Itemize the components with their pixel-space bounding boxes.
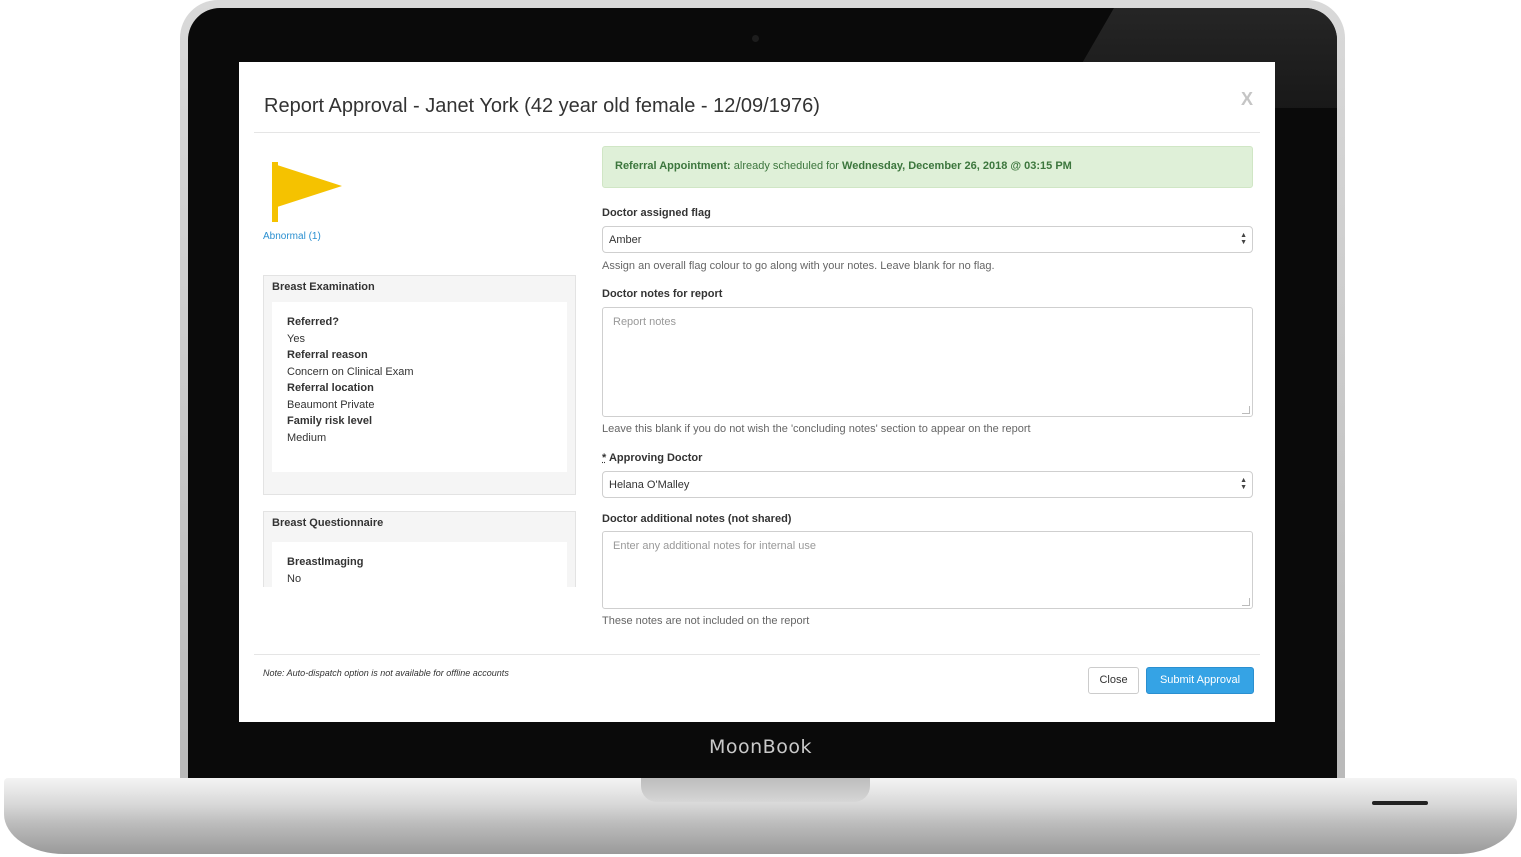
field-value: No — [287, 572, 302, 585]
footer-divider — [254, 654, 1260, 655]
approving-doctor-select[interactable]: Helana O'Malley ▲ ▼ — [602, 471, 1253, 498]
submit-approval-button[interactable]: Submit Approval — [1146, 667, 1254, 694]
close-icon[interactable]: X — [1241, 89, 1253, 110]
field-value: Yes — [287, 332, 305, 345]
additional-notes-help: These notes are not included on the repo… — [602, 615, 810, 627]
alert-prefix: Referral Appointment: — [615, 160, 731, 172]
alert-datetime: Wednesday, December 26, 2018 @ 03:15 PM — [842, 160, 1072, 172]
alert-text: already scheduled for — [730, 160, 843, 172]
notes-help-text: Leave this blank if you do not wish the … — [602, 423, 1031, 435]
flag-icon — [272, 162, 342, 222]
device-brand: MoonBook — [709, 736, 812, 758]
panel-title: Breast Examination — [272, 281, 375, 293]
webcam-icon — [752, 35, 759, 42]
drive-slot — [1372, 801, 1428, 805]
resize-handle-icon[interactable] — [1242, 406, 1250, 414]
field-label: Referral reason — [287, 349, 368, 361]
lid-notch — [641, 778, 870, 802]
notes-field-label: Doctor notes for report — [602, 288, 723, 300]
flag-banner — [274, 164, 342, 208]
flag-help-text: Assign an overall flag colour to go alon… — [602, 260, 995, 272]
report-approval-modal: Report Approval - Janet York (42 year ol… — [239, 62, 1275, 722]
breast-questionnaire-panel[interactable]: Breast Questionnaire BreastImaging No — [263, 511, 576, 587]
additional-notes-label: Doctor additional notes (not shared) — [602, 513, 792, 525]
flag-select[interactable]: Amber ▲ ▼ — [602, 226, 1253, 253]
select-arrows-icon: ▲ ▼ — [1240, 477, 1247, 491]
field-value: Beaumont Private — [287, 398, 375, 411]
field-label: Referred? — [287, 316, 339, 328]
field-value: Medium — [287, 431, 327, 444]
referral-alert: Referral Appointment: already scheduled … — [602, 146, 1253, 188]
panel-title: Breast Questionnaire — [272, 517, 384, 529]
flag-field-label: Doctor assigned flag — [602, 207, 711, 219]
report-notes-placeholder: Report notes — [613, 316, 676, 328]
field-label: BreastImaging — [287, 556, 364, 568]
panel-body: BreastImaging No — [272, 542, 567, 587]
header-divider — [254, 132, 1260, 133]
additional-notes-placeholder: Enter any additional notes for internal … — [613, 540, 817, 552]
additional-notes-textarea[interactable]: Enter any additional notes for internal … — [602, 531, 1253, 609]
abnormal-link[interactable]: Abnormal (1) — [263, 231, 321, 242]
field-value: Concern on Clinical Exam — [287, 365, 414, 378]
approving-doctor-label-text: Approving Doctor — [608, 452, 703, 464]
panel-body: Referred? Yes Referral reason Concern on… — [272, 302, 567, 472]
flag-select-value: Amber — [609, 234, 642, 246]
field-label: Family risk level — [287, 415, 372, 427]
approving-doctor-value: Helana O'Malley — [609, 479, 690, 491]
resize-handle-icon[interactable] — [1242, 598, 1250, 606]
footer-note: Note: Auto-dispatch option is not availa… — [263, 668, 509, 678]
approving-doctor-label: * Approving Doctor — [602, 452, 702, 464]
modal-title: Report Approval - Janet York (42 year ol… — [264, 95, 820, 117]
close-button[interactable]: Close — [1088, 667, 1139, 694]
field-label: Referral location — [287, 382, 374, 394]
required-marker: * — [602, 452, 607, 464]
report-notes-textarea[interactable]: Report notes — [602, 307, 1253, 417]
select-arrows-icon: ▲ ▼ — [1240, 232, 1247, 246]
breast-examination-panel: Breast Examination Referred? Yes Referra… — [263, 275, 576, 495]
